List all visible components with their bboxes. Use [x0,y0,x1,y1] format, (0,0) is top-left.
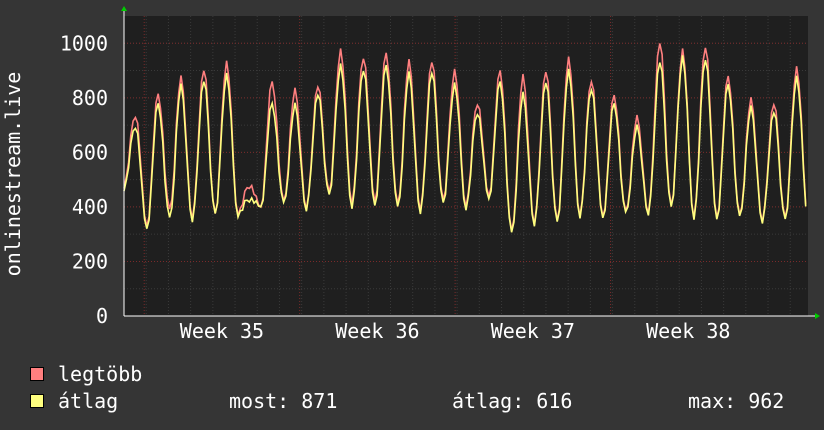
legend-item-legtobb: legtöbb [30,362,142,386]
legend-label-atlag: átlag [58,389,119,413]
y-axis-arrow [121,6,127,11]
y-axis-label: onlinestream.live [1,72,25,277]
stat-atlag: átlag: 616 [452,389,573,413]
legend-item-atlag: átlag [30,389,118,413]
x-tick-label: Week 36 [335,319,419,343]
y-tick-label: 0 [96,304,108,328]
atlag-swatch [30,394,44,408]
y-tick-label: 1000 [60,31,108,55]
y-tick-label: 600 [72,140,108,164]
x-tick-label: Week 37 [491,319,575,343]
legtobb-swatch [30,367,44,381]
y-tick-label: 400 [72,195,108,219]
x-tick-label: Week 38 [646,319,730,343]
x-tick-label: Week 35 [180,319,264,343]
y-tick-label: 200 [72,249,108,273]
y-tick-label: 800 [72,86,108,110]
stat-most: most: 871 [229,389,338,413]
x-axis-arrow [815,313,820,319]
stat-max: max: 962 [688,389,785,413]
legend-label-legtobb: legtöbb [58,362,143,386]
